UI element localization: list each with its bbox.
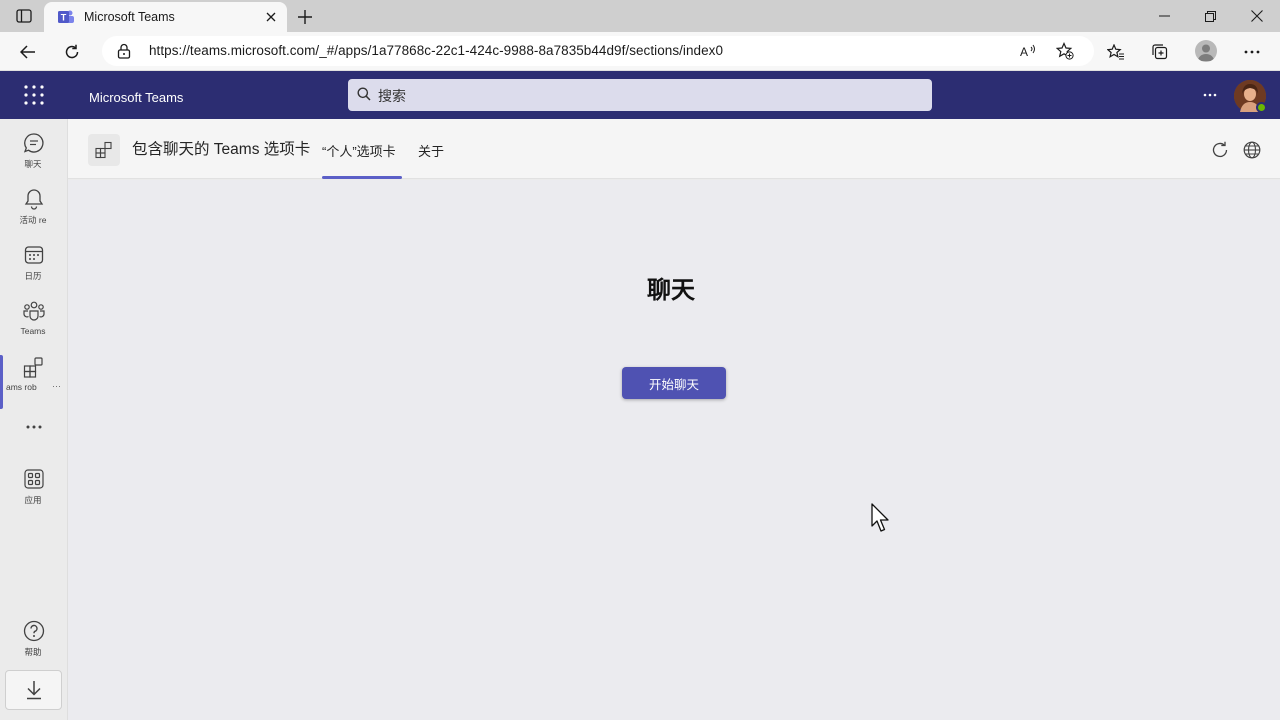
tab-about[interactable]: 关于 <box>418 141 444 160</box>
app-launcher-icon[interactable] <box>23 84 45 106</box>
rail-item-label: 聊天 <box>24 159 42 169</box>
add-favorite-icon[interactable] <box>1054 41 1076 61</box>
app-header: 包含聊天的 Teams 选项卡 “个人”选项卡 关于 <box>68 119 1280 179</box>
rail-item-activity[interactable]: 活动 re <box>0 179 68 235</box>
rail-item-more: ··· <box>52 381 61 391</box>
active-indicator <box>0 355 3 409</box>
rail-item-label: 应用 <box>24 495 42 505</box>
search-box[interactable]: 搜索 <box>348 79 932 111</box>
refresh-icon[interactable] <box>58 38 86 66</box>
rail-item-teams[interactable]: Teams <box>0 291 68 347</box>
teams-favicon-icon: T <box>57 8 75 26</box>
help-icon <box>22 619 46 643</box>
read-aloud-icon[interactable]: A <box>1018 41 1040 61</box>
collections-icon[interactable] <box>1147 39 1173 65</box>
apps-grid-icon <box>22 467 46 491</box>
rail-item-label: ams rob <box>6 382 37 392</box>
tab-personal[interactable]: “个人”选项卡 <box>322 141 396 160</box>
minimize-icon[interactable] <box>1141 0 1187 32</box>
bell-icon <box>22 187 46 211</box>
browser-tab[interactable]: T Microsoft Teams <box>44 2 287 32</box>
rail-item-label: 帮助 <box>24 647 42 657</box>
restore-icon[interactable] <box>1187 0 1233 32</box>
rail-item-label: 日历 <box>24 271 42 281</box>
new-tab-icon[interactable] <box>294 6 316 28</box>
url-text[interactable]: https://teams.microsoft.com/_#/apps/1a77… <box>149 43 723 58</box>
settings-more-icon[interactable] <box>1198 85 1222 105</box>
left-app-rail: 聊天 活动 re 日历 Teams ams rob ··· 应用 帮助 <box>0 119 68 720</box>
profile-avatar[interactable] <box>1195 40 1217 62</box>
rail-item-calendar[interactable]: 日历 <box>0 235 68 291</box>
app-icon <box>88 134 120 166</box>
svg-text:T: T <box>61 13 67 23</box>
open-website-globe-icon[interactable] <box>1241 139 1263 161</box>
browser-more-icon[interactable] <box>1239 39 1265 65</box>
rail-item-label: Teams <box>20 326 46 336</box>
search-placeholder: 搜索 <box>378 88 406 104</box>
apps-tab-icon <box>22 355 46 379</box>
presence-available-icon <box>1256 102 1267 113</box>
rail-item-teams-tab-app[interactable]: ams rob ··· <box>0 347 68 409</box>
chat-icon <box>22 131 46 155</box>
tab-title: Microsoft Teams <box>84 10 175 24</box>
app-title: 包含聊天的 Teams 选项卡 <box>132 141 311 158</box>
teams-header: Microsoft Teams 搜索 <box>0 71 1280 119</box>
tab-content: 聊天 开始聊天 <box>68 180 1280 720</box>
start-chat-button[interactable]: 开始聊天 <box>622 367 726 399</box>
mouse-cursor-icon <box>871 503 891 533</box>
browser-tab-strip: T Microsoft Teams <box>0 0 1280 32</box>
rail-item-help[interactable]: 帮助 <box>0 611 68 667</box>
calendar-icon <box>22 243 46 267</box>
teams-icon <box>22 299 46 323</box>
browser-toolbar: https://teams.microsoft.com/_#/apps/1a77… <box>0 32 1280 71</box>
address-bar[interactable]: https://teams.microsoft.com/_#/apps/1a77… <box>102 36 1094 66</box>
rail-item-apps[interactable]: 应用 <box>0 459 68 515</box>
lock-icon[interactable] <box>117 43 131 59</box>
tab-actions-menu-icon[interactable] <box>12 5 36 27</box>
download-icon <box>26 680 42 700</box>
rail-item-chat[interactable]: 聊天 <box>0 123 68 179</box>
content-heading: 聊天 <box>647 277 695 304</box>
active-tab-indicator <box>322 176 402 179</box>
user-avatar[interactable] <box>1234 80 1267 113</box>
svg-text:A: A <box>1020 45 1028 58</box>
download-app-button[interactable] <box>5 670 62 710</box>
favorites-icon[interactable] <box>1103 39 1129 65</box>
teams-app-name: Microsoft Teams <box>89 90 184 105</box>
more-apps-icon[interactable] <box>22 415 46 439</box>
close-window-icon[interactable] <box>1234 0 1280 32</box>
tab-close-icon[interactable] <box>263 9 279 25</box>
search-icon <box>357 87 371 101</box>
reload-tab-icon[interactable] <box>1209 139 1231 161</box>
back-icon[interactable] <box>14 38 42 66</box>
rail-item-label: 活动 re <box>19 215 47 225</box>
